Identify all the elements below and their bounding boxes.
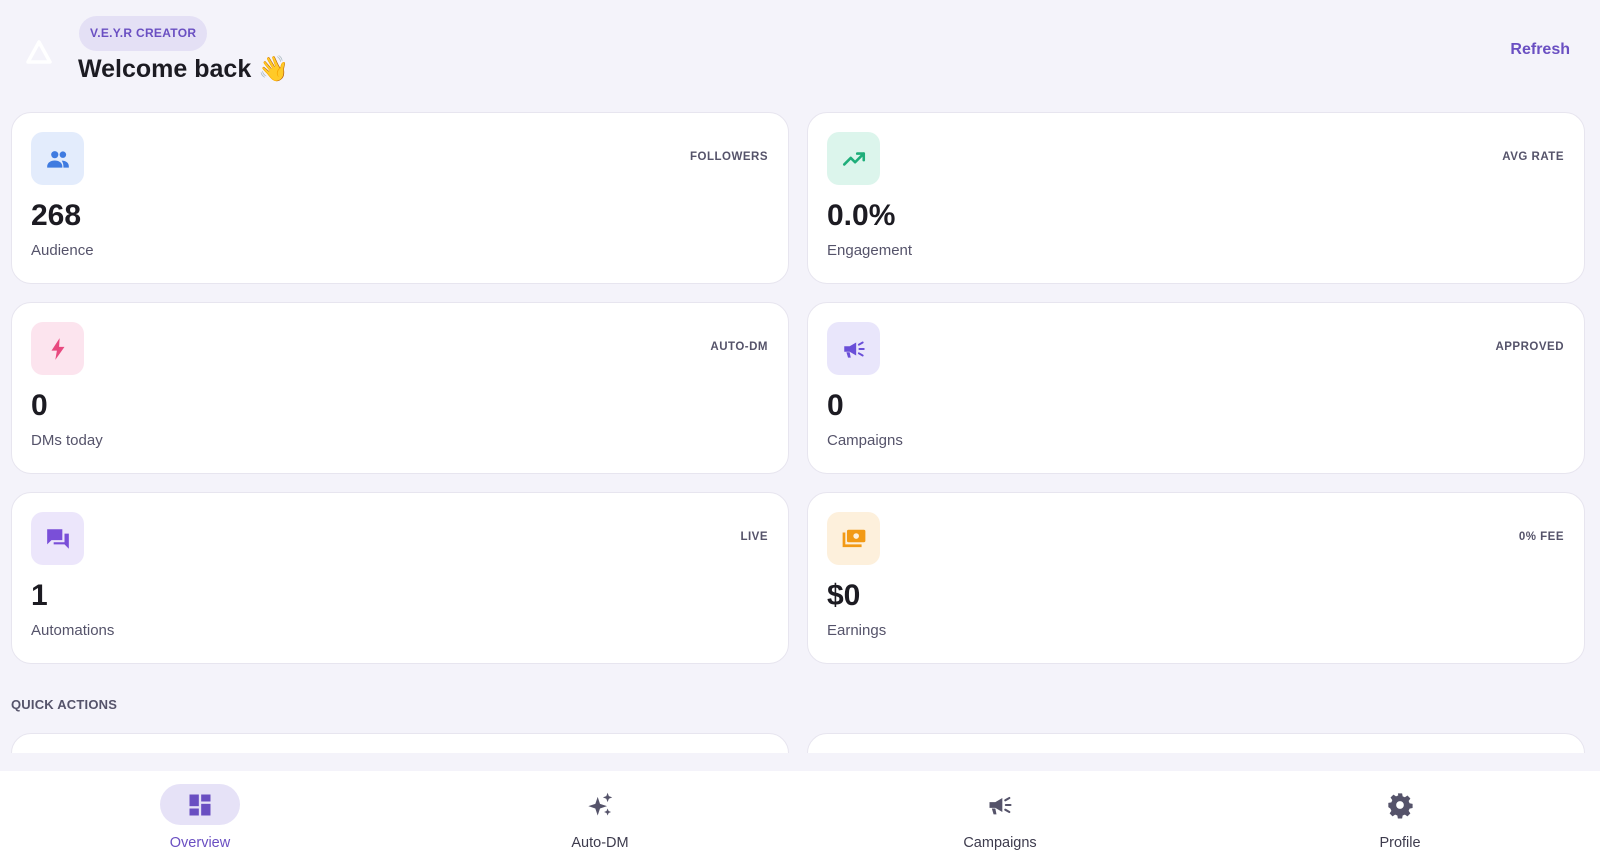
stat-value: 268 (31, 199, 82, 232)
stat-value: 0 (31, 389, 48, 422)
gear-icon (1360, 784, 1440, 825)
stat-label: Engagement (827, 242, 913, 259)
stat-card-engagement: AVG RATE 0.0% Engagement (807, 112, 1585, 284)
stat-tag: 0% FEE (1518, 531, 1564, 543)
nav-item-overview[interactable]: Overview (0, 771, 400, 868)
megaphone-icon (960, 784, 1040, 825)
stat-value: 1 (31, 579, 48, 612)
stat-card-automations: LIVE 1 Automations (11, 492, 789, 664)
stats-grid: FOLLOWERS 268 Audience AVG RATE 0.0% Eng… (11, 112, 1585, 664)
stat-tag: LIVE (740, 531, 768, 543)
nav-label: Auto-DM (571, 835, 629, 851)
stat-tag: APPROVED (1495, 341, 1564, 353)
page-title: Welcome back 👋 (78, 55, 290, 83)
lightning-icon (31, 322, 84, 375)
nav-item-campaigns[interactable]: Campaigns (800, 771, 1200, 868)
stat-label: Campaigns (827, 432, 903, 449)
stat-value: 0 (827, 389, 844, 422)
trending-up-icon (827, 132, 880, 185)
stat-tag: AVG RATE (1502, 151, 1564, 163)
people-icon (31, 132, 84, 185)
bottom-navigation: Overview Auto-DM Campaigns Profile (0, 771, 1600, 868)
stat-label: Automations (31, 622, 115, 639)
dashboard-icon (160, 784, 240, 825)
nav-label: Campaigns (963, 835, 1037, 851)
stat-tag: AUTO-DM (710, 341, 768, 353)
chat-icon (31, 512, 84, 565)
stat-value: $0 (827, 579, 861, 612)
stat-label: Audience (31, 242, 94, 259)
stat-label: Earnings (827, 622, 887, 639)
nav-item-auto-dm[interactable]: Auto-DM (400, 771, 800, 868)
stat-tag: FOLLOWERS (690, 151, 768, 163)
quick-action-card[interactable] (807, 733, 1585, 753)
quick-action-card[interactable] (11, 733, 789, 753)
megaphone-icon (827, 322, 880, 375)
stat-card-auto-dm: AUTO-DM 0 DMs today (11, 302, 789, 474)
stat-card-earnings: 0% FEE $0 Earnings (807, 492, 1585, 664)
quick-actions-title: QUICK ACTIONS (11, 697, 118, 712)
nav-item-profile[interactable]: Profile (1200, 771, 1600, 868)
logo-icon (26, 40, 52, 64)
stat-card-followers: FOLLOWERS 268 Audience (11, 112, 789, 284)
stat-label: DMs today (31, 432, 103, 449)
refresh-button[interactable]: Refresh (1510, 41, 1570, 59)
stat-value: 0.0% (827, 199, 896, 232)
nav-label: Overview (169, 835, 231, 851)
creator-badge: V.E.Y.R CREATOR (79, 16, 208, 51)
nav-label: Profile (1379, 835, 1421, 851)
quick-actions-row (11, 733, 1585, 753)
sparkles-icon (560, 784, 640, 825)
stat-card-campaigns: APPROVED 0 Campaigns (807, 302, 1585, 474)
money-icon (827, 512, 880, 565)
